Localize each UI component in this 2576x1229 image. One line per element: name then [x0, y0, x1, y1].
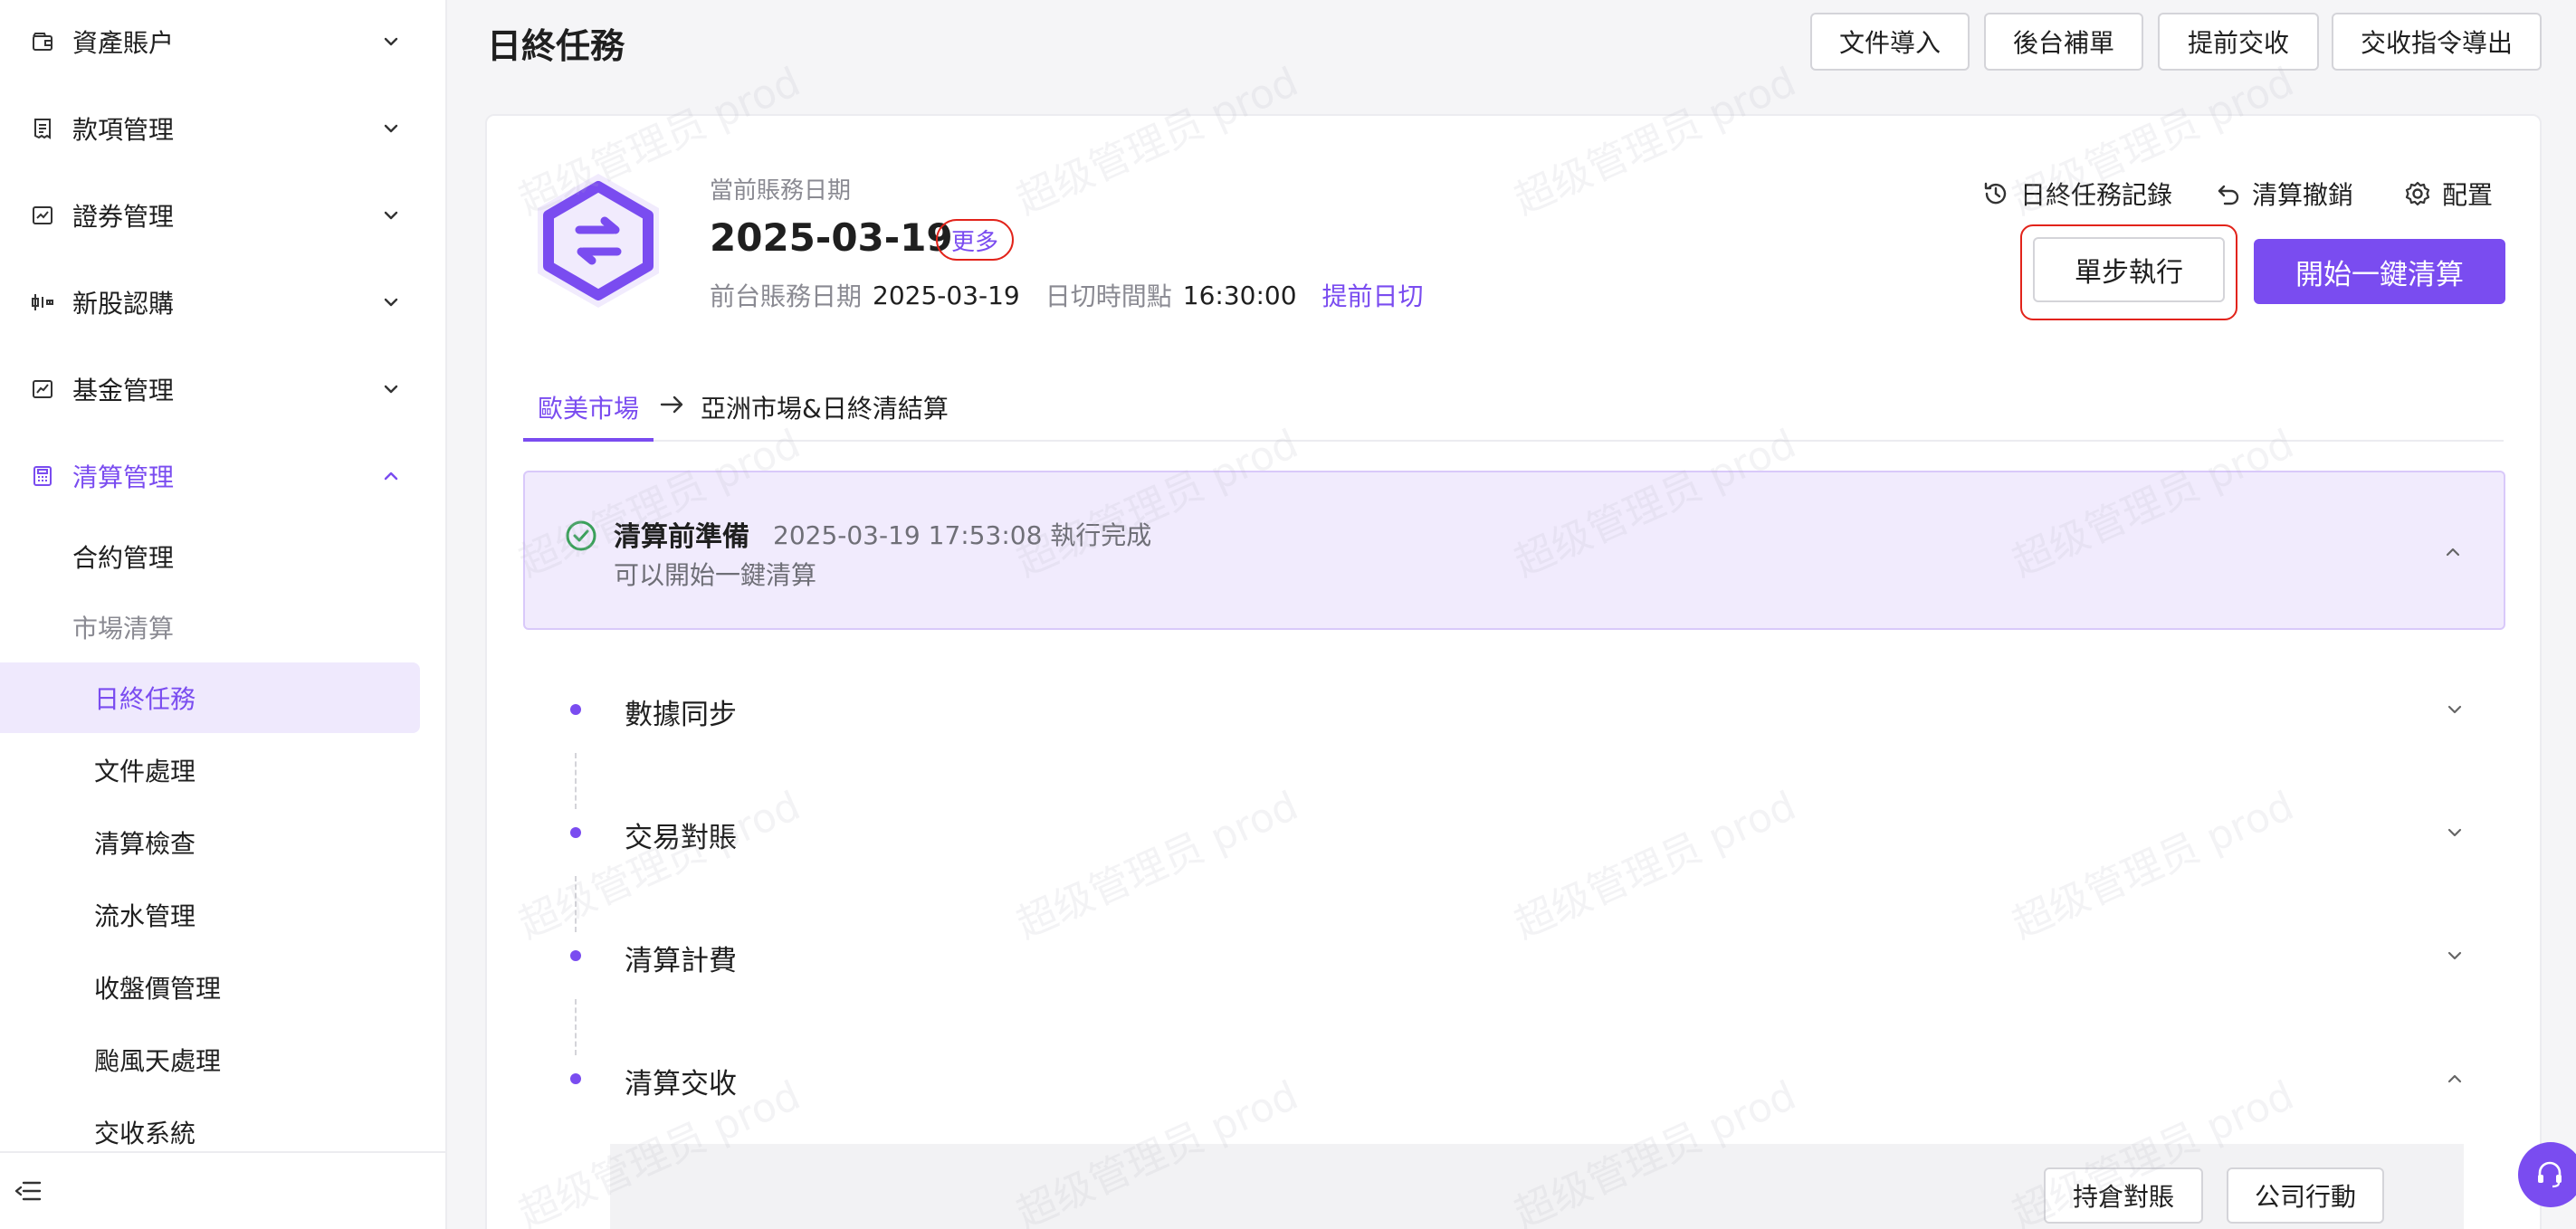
- step-label: 數據同步: [625, 699, 737, 731]
- active-tab-indicator: [523, 438, 654, 442]
- single-step-button[interactable]: 單步執行: [2033, 237, 2225, 302]
- sidebar: 資產賬户 款項管理 證券管理 新股認購 基金管理 清算管理 合約管理 市場清算 …: [0, 0, 447, 1229]
- step-dot: [570, 1073, 581, 1084]
- arrow-right-icon: [660, 395, 683, 414]
- sidebar-item-eod-tasks[interactable]: 日終任務: [0, 662, 420, 733]
- one-click-clearing-button[interactable]: 開始一鍵清算: [2254, 239, 2505, 304]
- sidebar-section-market-clearing[interactable]: 市場清算: [0, 592, 447, 662]
- collapse-menu-icon[interactable]: [14, 1179, 42, 1203]
- chevron-down-icon: [2447, 828, 2462, 837]
- config-label: 配置: [2442, 180, 2494, 210]
- step-dot: [570, 704, 581, 715]
- cutoff-time-value: 16:30:00: [1182, 280, 1297, 310]
- step-data-sync[interactable]: 數據同步: [523, 673, 2505, 746]
- sidebar-group-label: 清算管理: [72, 462, 175, 492]
- sidebar-item-typhoon[interactable]: 颱風天處理: [0, 1024, 447, 1095]
- status-title: 清算前準備: [614, 521, 749, 553]
- sidebar-group-label: 基金管理: [72, 376, 175, 405]
- step-dot: [570, 827, 581, 838]
- calculator-icon: [31, 464, 54, 488]
- early-settlement-button[interactable]: 提前交收: [2158, 13, 2319, 71]
- market-tabs: 歐美市場 亞洲市場&日終清結算: [523, 378, 2504, 442]
- step-label: 清算計費: [625, 945, 737, 977]
- chevron-down-icon: [2447, 951, 2462, 960]
- step-dot: [570, 950, 581, 961]
- front-date-value: 2025-03-19: [873, 280, 1020, 310]
- sidebar-group-ipo[interactable]: 新股認購: [0, 266, 447, 338]
- task-history-link[interactable]: 日終任務記錄: [1982, 176, 2172, 212]
- history-icon: [1984, 182, 2007, 205]
- exchange-logo-icon: [530, 170, 666, 310]
- status-subtitle: 可以開始一鍵清算: [614, 560, 817, 590]
- step-label: 清算交收: [625, 1068, 737, 1100]
- sidebar-group-securities[interactable]: 證券管理: [0, 179, 447, 252]
- backfill-order-button[interactable]: 後台補單: [1984, 13, 2143, 71]
- sidebar-group-payments[interactable]: 款項管理: [0, 92, 447, 165]
- chevron-down-icon: [384, 124, 398, 133]
- chevron-up-icon: [2447, 1074, 2462, 1083]
- more-link[interactable]: 更多: [936, 219, 1014, 261]
- tab-asia-market[interactable]: 亞洲市場&日終清結算: [701, 389, 949, 425]
- wallet-icon: [31, 30, 54, 53]
- sidebar-item-file-processing[interactable]: 文件處理: [0, 735, 447, 805]
- gear-icon: [2405, 181, 2430, 206]
- sidebar-group-label: 款項管理: [72, 115, 175, 145]
- sidebar-group-funds[interactable]: 基金管理: [0, 353, 447, 425]
- sidebar-item-clearing-check[interactable]: 清算檢查: [0, 807, 447, 878]
- sidebar-group-label: 證券管理: [72, 202, 175, 232]
- chevron-down-icon: [384, 37, 398, 46]
- account-date-label: 當前賬務日期: [710, 177, 852, 205]
- step-clearing-fees[interactable]: 清算計費: [523, 919, 2505, 992]
- position-reconcile-button[interactable]: 持倉對賬: [2044, 1167, 2203, 1224]
- chevron-up-icon: [384, 472, 398, 481]
- undo-icon: [2218, 185, 2239, 205]
- undo-clearing-link[interactable]: 清算撤銷: [2216, 176, 2353, 212]
- sidebar-group-assets[interactable]: 資產賬户: [0, 5, 447, 78]
- chevron-down-icon: [384, 298, 398, 307]
- chevron-down-icon: [384, 211, 398, 220]
- sidebar-footer: [0, 1151, 447, 1229]
- corporate-action-button[interactable]: 公司行動: [2227, 1167, 2384, 1224]
- tab-us-europe-market[interactable]: 歐美市場: [538, 389, 639, 425]
- chevron-down-icon: [384, 385, 398, 394]
- sidebar-group-label: 新股認購: [72, 289, 175, 319]
- file-import-button[interactable]: 文件導入: [1810, 13, 1970, 71]
- step-clearing-settlement[interactable]: 清算交收: [523, 1043, 2505, 1115]
- sidebar-group-clearing[interactable]: 清算管理: [0, 440, 447, 512]
- sidebar-group-label: 資產賬户: [72, 28, 175, 58]
- account-meta-line: 前台賬務日期 2025-03-19 日切時間點 16:30:00 提前日切: [710, 277, 1424, 313]
- ipo-icon: [31, 291, 54, 314]
- page-title: 日終任務: [487, 26, 625, 66]
- account-date-value: 2025-03-19: [710, 215, 953, 260]
- check-circle-icon: [566, 520, 596, 551]
- sidebar-item-closing-price[interactable]: 收盤價管理: [0, 952, 447, 1023]
- cutoff-label: 日切時間點: [1045, 281, 1172, 311]
- receipt-icon: [31, 117, 54, 140]
- undo-clearing-label: 清算撤銷: [2252, 180, 2354, 210]
- export-instructions-button[interactable]: 交收指令導出: [2332, 13, 2542, 71]
- chevron-up-icon[interactable]: [2440, 539, 2466, 565]
- settlement-sub-panel: 持倉對賬 公司行動: [610, 1144, 2464, 1229]
- task-history-label: 日終任務記錄: [2020, 180, 2173, 210]
- fund-trend-icon: [31, 377, 54, 401]
- config-link[interactable]: 配置: [2404, 176, 2493, 212]
- sidebar-item-contract[interactable]: 合約管理: [0, 521, 447, 592]
- eod-task-card: 當前賬務日期 2025-03-19 更多 前台賬務日期 2025-03-19 日…: [485, 114, 2542, 1229]
- step-label: 交易對賬: [625, 822, 737, 854]
- headset-icon: [2538, 1161, 2562, 1188]
- front-date-label: 前台賬務日期: [710, 281, 863, 311]
- status-time: 2025-03-19 17:53:08 執行完成: [773, 520, 1152, 550]
- pre-clearing-status-panel[interactable]: 清算前準備 2025-03-19 17:53:08 執行完成 可以開始一鍵清算: [523, 471, 2505, 630]
- customer-support-button[interactable]: [2518, 1142, 2576, 1207]
- chevron-down-icon: [2447, 705, 2462, 714]
- step-trade-reconcile[interactable]: 交易對賬: [523, 796, 2505, 869]
- early-cutoff-link[interactable]: 提前日切: [1322, 277, 1424, 313]
- sidebar-item-ledger[interactable]: 流水管理: [0, 880, 447, 950]
- stock-chart-icon: [31, 204, 54, 227]
- main-content: 日終任務 文件導入 後台補單 提前交收 交收指令導出 當前賬務日期 2025-0…: [449, 0, 2576, 1229]
